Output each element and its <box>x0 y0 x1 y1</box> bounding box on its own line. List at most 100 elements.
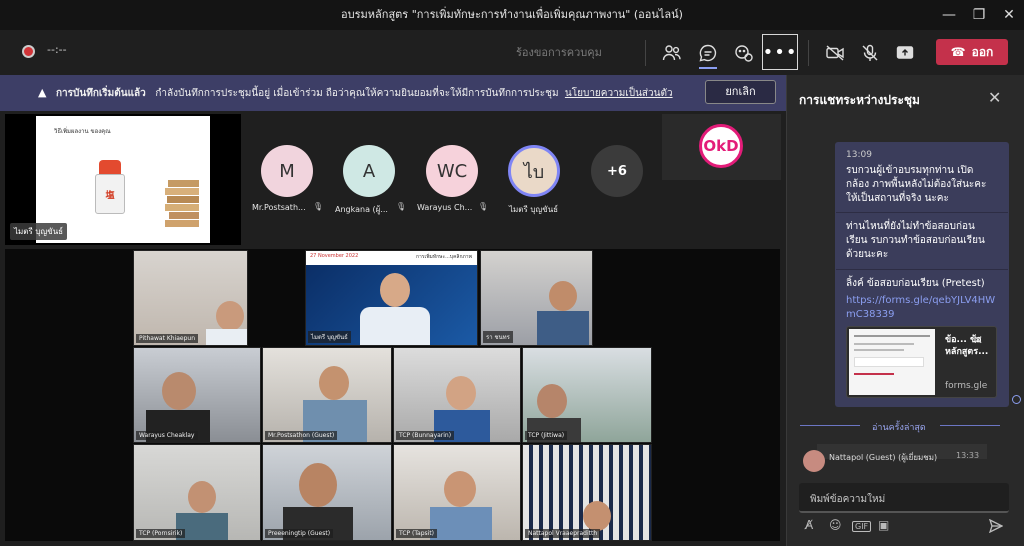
person-silhouette <box>216 301 244 331</box>
avatar[interactable]: ไบ <box>508 145 560 197</box>
format-icon[interactable]: A̸ <box>805 518 813 532</box>
toolbar-divider <box>808 40 809 66</box>
chat-icon[interactable] <box>690 38 726 68</box>
minimize-icon[interactable]: — <box>932 0 966 30</box>
participant-name: Warayus Ch... <box>417 203 473 212</box>
compose-message-input[interactable]: พิมพ์ข้อความใหม่ <box>799 483 1009 513</box>
video-tile[interactable]: Nattapol Vraaepraditth <box>522 444 652 541</box>
mic-muted-icon: 🎙 <box>478 202 489 211</box>
avatar-initials: A <box>362 160 376 182</box>
last-read-divider: อ่านครั้งล่าสุด <box>872 423 926 433</box>
mic-off-icon[interactable] <box>852 38 888 68</box>
avatar[interactable]: WC <box>426 145 478 197</box>
person-silhouette <box>537 311 589 345</box>
reactions-icon[interactable] <box>726 38 762 68</box>
toolbar-divider <box>645 40 646 66</box>
leave-button[interactable]: ☎ ออก <box>936 39 1008 65</box>
chat-sender: Nattapol (Guest) (ผู้เยี่ยมชม) <box>829 453 938 462</box>
video-tile[interactable]: Pithawat Khiaepun <box>133 250 248 346</box>
seen-icon <box>1012 395 1021 404</box>
gif-icon[interactable]: GIF <box>852 521 872 532</box>
pretest-link[interactable]: https://forms.gle/qebYJLV4HWmC38339 <box>846 294 996 322</box>
banner-title: การบันทึกเริ่มต้นแล้ว <box>56 88 146 99</box>
salt-shaker-illustration: 塩 <box>95 160 125 215</box>
more-actions-button[interactable]: ••• <box>762 34 798 70</box>
chat-active-indicator <box>699 67 717 69</box>
presenter-name-label: ไมตรี บุญขันธ์ <box>10 223 68 240</box>
request-control-button[interactable]: ร้องขอการควบคุม <box>516 43 602 61</box>
video-tile[interactable]: Mr.Postsathon (Guest) <box>262 347 392 443</box>
person-silhouette <box>430 507 492 540</box>
meeting-timer: --:-- <box>47 43 67 56</box>
video-tile-label: Pithawat Khiaepun <box>136 334 199 343</box>
chat-message: รบกวนผู้เข้าอบรมทุกท่าน เปิดกล้อง ภาพพื้… <box>846 165 987 204</box>
warning-icon: ▲ <box>38 86 47 99</box>
close-chat-icon[interactable]: ✕ <box>988 88 1001 107</box>
window-title: อบรมหลักสูตร "การเพิ่มทักษะการทำงานเพื่อ… <box>341 8 683 21</box>
avatar-initials: ไบ <box>523 161 545 183</box>
chat-timestamp: 13:09 <box>846 150 872 160</box>
privacy-policy-link[interactable]: นโยบายความเป็นส่วนตัว <box>565 88 673 99</box>
cancel-recording-button[interactable]: ยกเลิก <box>705 80 776 104</box>
link-preview-domain: forms.gle <box>945 381 988 391</box>
book-stack-illustration <box>165 180 199 228</box>
video-tile[interactable]: TCP (Tapsit) <box>393 444 521 541</box>
person-silhouette <box>360 307 430 345</box>
close-window-icon[interactable]: ✕ <box>992 0 1024 30</box>
more-participants-button[interactable]: +6 <box>591 145 643 197</box>
last-read-line <box>940 425 1000 426</box>
video-tile[interactable]: TCP (Jittiwa) <box>522 347 652 443</box>
person-silhouette <box>446 376 476 410</box>
video-tile-label: รา ชนทร <box>483 331 513 343</box>
video-tile-label: TCP (Pornsirik) <box>136 529 186 538</box>
video-tile[interactable]: TCP (Pornsirik) <box>133 444 261 541</box>
person-silhouette <box>537 384 567 418</box>
leave-label: ออก <box>971 44 994 59</box>
person-silhouette <box>380 273 410 307</box>
person-silhouette <box>188 481 216 513</box>
video-tile-label: Warayus Cheaklay <box>136 431 198 440</box>
chat-separator <box>836 212 1008 213</box>
share-screen-icon[interactable] <box>887 38 923 68</box>
send-icon[interactable] <box>988 518 1004 537</box>
sticker-icon[interactable]: ▣ <box>878 518 889 532</box>
maximize-icon[interactable]: ❐ <box>962 0 996 30</box>
person-silhouette <box>319 366 349 400</box>
video-tile-label: TCP (Jittiwa) <box>525 431 568 440</box>
person-silhouette <box>299 463 337 507</box>
video-tile-label: ไมตรี บุญขันธ์ <box>308 331 351 343</box>
chat-message: ท่านไหนที่ยังไม่ทำข้อสอบก่อนเรียน รบกวนท… <box>846 221 985 260</box>
participant-name: Angkana (ผู้... <box>335 205 388 214</box>
chat-message: ลิ้งค์ ข้อสอบก่อนเรียน (Pretest) <box>846 278 985 289</box>
video-tile[interactable]: Preeeningtip (Guest) <box>262 444 392 541</box>
person-silhouette <box>583 501 611 531</box>
last-read-line <box>800 425 860 426</box>
video-tile[interactable]: รา ชนทร <box>480 250 593 346</box>
emoji-icon[interactable]: ☺ <box>829 518 842 532</box>
camera-off-icon[interactable] <box>817 38 853 68</box>
slide-title-strip: การเพิ่มทักษะ...บุคลิกภาพ <box>416 254 472 260</box>
avatar[interactable]: M <box>261 145 313 197</box>
video-tile-label: Nattapol Vraaepraditth <box>525 529 601 538</box>
brand-logo: OkD <box>699 124 743 168</box>
avatar[interactable] <box>803 450 825 472</box>
link-preview-thumbnail <box>849 329 935 395</box>
avatar[interactable]: A <box>343 145 395 197</box>
person-silhouette <box>549 281 577 311</box>
video-tile-label: TCP (Tapsit) <box>396 529 438 538</box>
mic-muted-icon: 🎙 <box>313 202 324 211</box>
recording-icon <box>22 45 35 58</box>
close-preview-icon[interactable]: ✕ <box>973 333 983 347</box>
person-silhouette <box>206 329 247 345</box>
video-tile[interactable]: TCP (Bunnayarin) <box>393 347 521 443</box>
chat-timestamp: 13:33 <box>956 451 980 460</box>
mic-muted-icon: 🎙 <box>396 202 407 211</box>
video-tile[interactable]: 27 November 2022 การเพิ่มทักษะ...บุคลิกภ… <box>305 250 478 346</box>
banner-message: กำลังบันทึกการประชุมนี้อยู่ เมื่อเข้าร่ว… <box>155 88 559 99</box>
banner-text: การบันทึกเริ่มต้นแล้ว กำลังบันทึกการประช… <box>56 86 673 101</box>
person-silhouette <box>444 471 476 507</box>
participants-icon[interactable] <box>654 38 690 68</box>
hangup-icon: ☎ <box>950 45 966 59</box>
video-tile-label: Mr.Postsathon (Guest) <box>265 431 338 440</box>
video-tile[interactable]: Warayus Cheaklay <box>133 347 261 443</box>
